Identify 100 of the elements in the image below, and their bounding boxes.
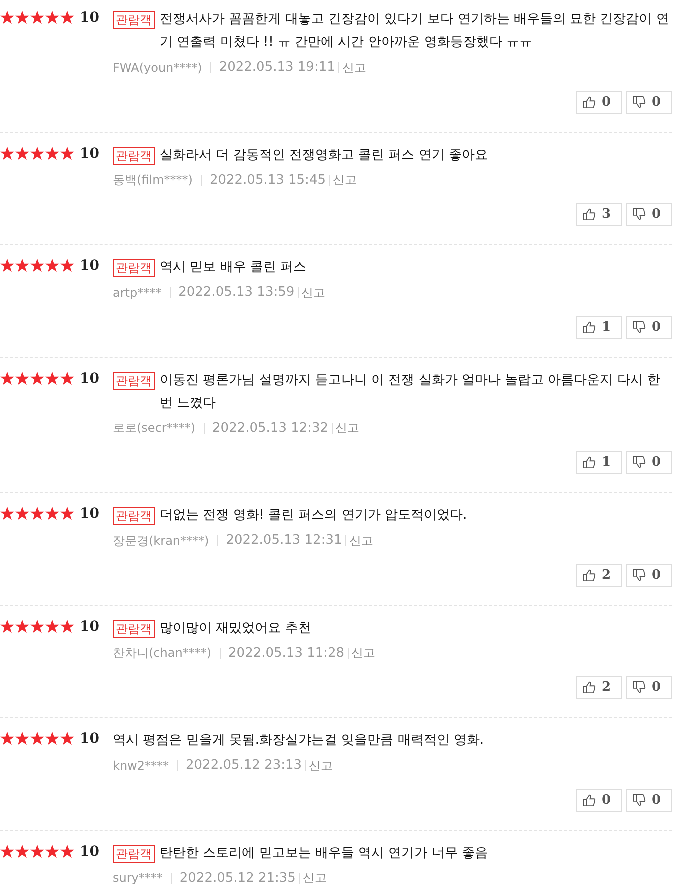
star-icon <box>45 844 60 858</box>
report-link[interactable]: 신고 <box>309 756 334 775</box>
star-icon <box>60 618 75 634</box>
audience-tag: 관람객 <box>113 259 155 277</box>
report-link[interactable]: 신고 <box>302 284 326 302</box>
author-name: 장문경(kran****) <box>113 532 210 550</box>
star-icon <box>30 370 45 386</box>
star-icon <box>60 844 75 858</box>
dislike-button[interactable]: 0 <box>626 451 672 474</box>
audience-tag: 관람객 <box>113 11 155 29</box>
star-icon <box>45 258 60 273</box>
thumbs-up-icon <box>583 320 596 334</box>
thumbs-down-icon <box>633 208 646 221</box>
star-icon <box>45 506 60 521</box>
star-icon <box>0 731 15 746</box>
star-icon <box>0 844 15 858</box>
rating-score: 10 <box>80 10 100 26</box>
author-name: knw2**** <box>113 758 170 775</box>
star-icon <box>60 370 75 386</box>
report-link[interactable]: 신고 <box>342 58 366 77</box>
author-name: 찬차니(chan****) <box>113 645 212 662</box>
rating-score: 10 <box>80 731 100 747</box>
review-date: 2022.05.12 21:35 <box>180 870 296 888</box>
author-name: 동백(film****) <box>113 172 193 190</box>
author-name: sury**** <box>113 870 163 888</box>
star-icon <box>45 370 60 386</box>
review-text: 이동진 평론가님 설명까지 듣고나니 이 전쟁 실화가 얼마나 놀랍고 아름다운지 다시 한 번 느꼈다 <box>160 372 662 412</box>
audience-tag: 관람객 <box>113 844 155 862</box>
rating-score: 10 <box>80 618 100 634</box>
star-icon <box>60 731 75 746</box>
star-icon <box>60 10 75 25</box>
thumbs-down-icon <box>633 456 646 469</box>
star-icon <box>0 258 15 273</box>
review-text: 탄탄한 스토리에 믿고보는 배우들 역시 연기가 너무 좋음 <box>160 844 489 862</box>
dislike-button[interactable]: 0 <box>626 788 672 812</box>
dislike-button[interactable]: 0 <box>626 203 672 226</box>
dislike-button[interactable]: 0 <box>626 564 672 586</box>
star-icon <box>45 146 60 160</box>
review-text: 역시 믿보 배우 콜린 퍼스 <box>160 259 308 277</box>
thumbs-up-icon <box>583 568 596 582</box>
report-link[interactable]: 신고 <box>336 419 360 438</box>
star-icon <box>0 370 15 386</box>
thumbs-up-icon <box>583 794 596 806</box>
review-date: 2022.05.13 15:45 <box>210 172 326 190</box>
star-icon <box>15 618 30 634</box>
star-icon <box>30 844 45 858</box>
star-icon <box>30 10 45 25</box>
star-icon <box>45 731 60 746</box>
like-button[interactable]: 0 <box>576 90 622 114</box>
review-date: 2022.05.13 12:31 <box>226 532 342 550</box>
report-link[interactable]: 신고 <box>349 532 374 550</box>
review-date: 2022.05.13 13:59 <box>178 284 295 302</box>
rating-score: 10 <box>80 146 100 162</box>
audience-tag: 관람객 <box>113 372 155 390</box>
review-date: 2022.05.12 23:13 <box>186 757 302 775</box>
report-link[interactable]: 신고 <box>332 171 357 190</box>
like-button[interactable]: 0 <box>576 788 622 812</box>
like-button[interactable]: 2 <box>576 676 622 699</box>
star-icon <box>0 10 15 25</box>
like-button[interactable]: 1 <box>576 316 622 338</box>
star-icon <box>15 258 30 273</box>
star-icon <box>0 146 15 160</box>
rating-score: 10 <box>80 258 100 274</box>
report-link[interactable]: 신고 <box>302 869 327 888</box>
audience-tag: 관람객 <box>113 620 155 638</box>
review-text: 실화라서 더 감동적인 전쟁영화고 콜린 퍼스 연기 좋아요 <box>160 146 489 164</box>
like-button[interactable]: 1 <box>576 451 622 474</box>
review-text: 역시 평점은 믿을게 못됨.화장실갸는걸 잊을만큼 매력적인 영화. <box>113 732 486 750</box>
thumbs-up-icon <box>583 96 596 108</box>
author-name: FWA(youn****) <box>113 60 202 77</box>
star-icon <box>60 146 75 160</box>
thumbs-down-icon <box>633 794 646 806</box>
dislike-button[interactable]: 0 <box>626 316 672 338</box>
author-name: artp**** <box>113 284 162 302</box>
star-icon <box>15 731 30 746</box>
rating-score: 10 <box>80 844 100 860</box>
thumbs-down-icon <box>633 681 646 694</box>
star-icon <box>45 10 60 25</box>
star-icon <box>30 506 45 521</box>
thumbs-down-icon <box>633 320 646 334</box>
like-button[interactable]: 3 <box>576 203 622 226</box>
review-date: 2022.05.13 11:28 <box>228 644 345 662</box>
star-icon <box>45 618 60 634</box>
star-icon <box>30 618 45 634</box>
like-button[interactable]: 2 <box>576 564 622 586</box>
star-icon <box>30 146 45 160</box>
star-icon <box>60 506 75 521</box>
review-text: 많이많이 재밌었어요 추천 <box>160 620 312 638</box>
thumbs-down-icon <box>633 96 646 108</box>
thumbs-up-icon <box>583 456 596 469</box>
dislike-button[interactable]: 0 <box>626 676 672 699</box>
author-name: 로로(secr****) <box>113 420 196 438</box>
review-date: 2022.05.13 12:32 <box>212 420 329 438</box>
star-icon <box>60 258 75 273</box>
report-link[interactable]: 신고 <box>352 644 376 662</box>
star-icon <box>15 506 30 521</box>
rating-score: 10 <box>80 506 100 522</box>
dislike-button[interactable]: 0 <box>626 90 672 114</box>
review-text: 전쟁서사가 꼼꼼한게 대놓고 긴장감이 있다기 보다 연기하는 배우들의 묘한 긴장감이 연기 연출력 미쳤다 !! ㅠ 간만에 시간 안아까운 영화등장했다 ㅠㅠ <box>160 11 670 52</box>
thumbs-up-icon <box>583 208 596 221</box>
